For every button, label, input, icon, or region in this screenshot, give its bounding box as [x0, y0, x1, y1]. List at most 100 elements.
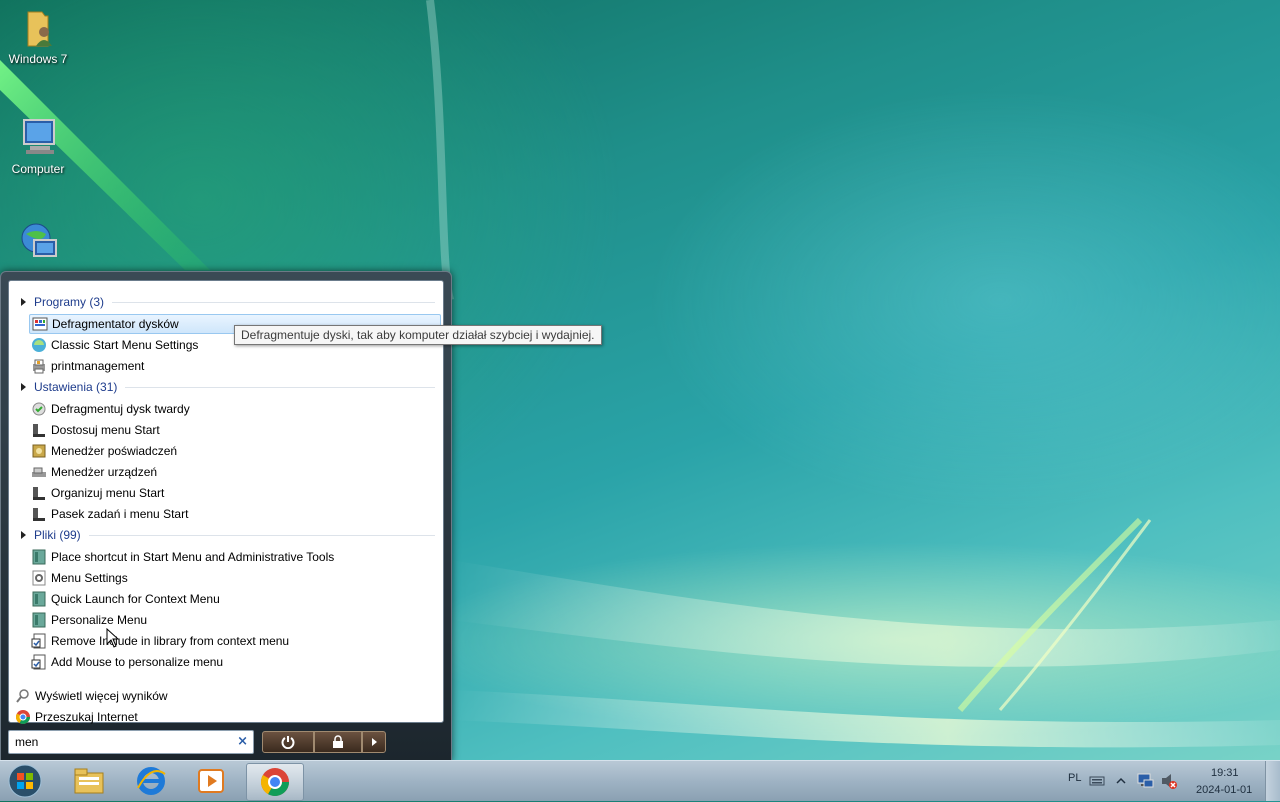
taskbar-settings-icon — [31, 506, 47, 522]
result-item-label: Quick Launch for Context Menu — [51, 592, 220, 606]
show-hidden-icons-icon[interactable] — [1116, 776, 1126, 786]
search-internet-link[interactable]: Przeszukaj Internet — [15, 707, 138, 727]
tooltip: Defragmentuje dyski, tak aby komputer dz… — [234, 325, 602, 345]
network-icon[interactable] — [1136, 772, 1154, 790]
search-results-pane: Programy (3) Defragmentator dysków Class… — [8, 280, 444, 724]
user-folder-icon — [16, 6, 60, 50]
result-item[interactable]: Menedżer urządzeń — [29, 462, 439, 482]
result-item-label: Menu Settings — [51, 571, 128, 585]
taskbar-settings-icon — [31, 422, 47, 438]
result-item-label: Add Mouse to personalize menu — [51, 655, 224, 669]
internet-explorer-icon — [137, 767, 166, 795]
see-more-results-link[interactable]: Wyświetl więcej wyników — [15, 686, 168, 706]
settings-file-icon — [31, 570, 47, 586]
result-item[interactable]: Menu Settings — [29, 568, 439, 588]
result-item[interactable]: Defragmentuj dysk twardy — [29, 399, 439, 419]
explorer-icon — [74, 768, 104, 794]
credential-manager-icon — [31, 443, 47, 459]
script-file-icon — [31, 654, 47, 670]
result-item-label: Defragmentuj dysk twardy — [51, 402, 190, 416]
result-item[interactable]: Pasek zadań i menu Start — [29, 504, 439, 524]
desktop-icon-network[interactable] — [0, 220, 76, 266]
computer-icon — [16, 116, 60, 160]
result-item[interactable]: Menedżer poświadczeń — [29, 441, 439, 461]
taskbar-explorer-button[interactable] — [62, 763, 116, 799]
registry-file-icon — [31, 549, 47, 565]
shell-orb-icon — [31, 337, 47, 353]
result-item[interactable]: Personalize Menu — [29, 610, 439, 630]
result-item-label: Personalize Menu — [51, 613, 148, 627]
result-item[interactable]: Quick Launch for Context Menu — [29, 589, 439, 609]
group-header-label: Pliki (99) — [34, 528, 81, 542]
arrow-right-icon — [372, 738, 377, 746]
registry-file-icon — [31, 612, 47, 628]
search-input[interactable] — [15, 734, 225, 750]
taskbar-ie-button[interactable] — [124, 763, 178, 799]
result-item-label: printmanagement — [51, 359, 145, 373]
result-item-label: Dostosuj menu Start — [51, 423, 160, 437]
result-item[interactable]: printmanagement — [29, 356, 439, 376]
start-button[interactable] — [6, 763, 44, 799]
mouse-cursor-icon — [106, 628, 120, 648]
result-item-label: Place shortcut in Start Menu and Adminis… — [51, 550, 335, 564]
defrag-icon — [32, 316, 48, 332]
expand-arrow-icon — [21, 531, 26, 539]
expand-arrow-icon — [21, 298, 26, 306]
group-divider — [125, 386, 435, 388]
result-item-label: Organizuj menu Start — [51, 486, 165, 500]
keyboard-icon[interactable] — [1089, 775, 1105, 787]
clock-time[interactable]: 19:31 — [1211, 767, 1239, 779]
taskbar-media-player-button[interactable] — [184, 763, 238, 799]
lock-button[interactable] — [314, 731, 362, 753]
taskbar: PL 19:31 2024-01-01 — [0, 760, 1280, 801]
result-item-label: Menedżer poświadczeń — [51, 444, 178, 458]
group-header-programs[interactable]: Programy (3) — [17, 293, 435, 311]
group-divider — [112, 301, 435, 303]
print-management-icon — [31, 358, 47, 374]
power-button-group — [262, 731, 386, 753]
result-item[interactable]: Remove Include in library from context m… — [29, 631, 439, 651]
result-item[interactable]: Add Mouse to personalize menu — [29, 652, 439, 672]
group-header-label: Programy (3) — [34, 295, 105, 309]
see-more-results-label: Wyświetl więcej wyników — [35, 689, 168, 703]
power-icon — [281, 736, 295, 749]
search-icon — [15, 688, 31, 704]
result-item-label: Pasek zadań i menu Start — [51, 507, 189, 521]
result-item[interactable]: Organizuj menu Start — [29, 483, 439, 503]
search-internet-label: Przeszukaj Internet — [35, 710, 138, 724]
script-file-icon — [31, 633, 47, 649]
result-item-label: Remove Include in library from context m… — [51, 634, 290, 648]
shutdown-options-button[interactable] — [362, 731, 386, 753]
lock-icon — [333, 735, 343, 748]
search-box[interactable]: × — [8, 730, 254, 754]
result-item[interactable]: Place shortcut in Start Menu and Adminis… — [29, 547, 439, 567]
chrome-icon — [261, 768, 289, 796]
desktop-icon-label: Computer — [11, 162, 65, 176]
expand-arrow-icon — [21, 383, 26, 391]
clear-search-icon[interactable]: × — [237, 734, 248, 749]
result-item-label: Defragmentator dysków — [52, 317, 179, 331]
windows-orb-icon — [8, 764, 42, 798]
chrome-icon — [15, 709, 31, 725]
defrag-settings-icon — [31, 401, 47, 417]
desktop-icon-windows7[interactable]: Windows 7 — [0, 6, 76, 66]
group-header-settings[interactable]: Ustawienia (31) — [17, 378, 435, 396]
desktop-icon-computer[interactable]: Computer — [0, 116, 76, 176]
media-player-icon — [198, 769, 224, 793]
desktop-icon-label: Windows 7 — [8, 52, 68, 66]
volume-muted-icon[interactable] — [1160, 772, 1178, 790]
show-desktop-button[interactable] — [1265, 761, 1280, 801]
group-header-files[interactable]: Pliki (99) — [17, 526, 435, 544]
registry-file-icon — [31, 591, 47, 607]
language-indicator[interactable]: PL — [1068, 772, 1081, 784]
taskbar-chrome-button[interactable] — [246, 763, 304, 801]
shutdown-button[interactable] — [262, 731, 314, 753]
network-globe-icon — [16, 220, 60, 264]
device-manager-icon — [31, 464, 47, 480]
group-header-label: Ustawienia (31) — [34, 380, 118, 394]
group-divider — [88, 534, 435, 536]
clock-date[interactable]: 2024-01-01 — [1196, 784, 1252, 796]
result-item-label: Classic Start Menu Settings — [51, 338, 199, 352]
result-item[interactable]: Dostosuj menu Start — [29, 420, 439, 440]
taskbar-settings-icon — [31, 485, 47, 501]
